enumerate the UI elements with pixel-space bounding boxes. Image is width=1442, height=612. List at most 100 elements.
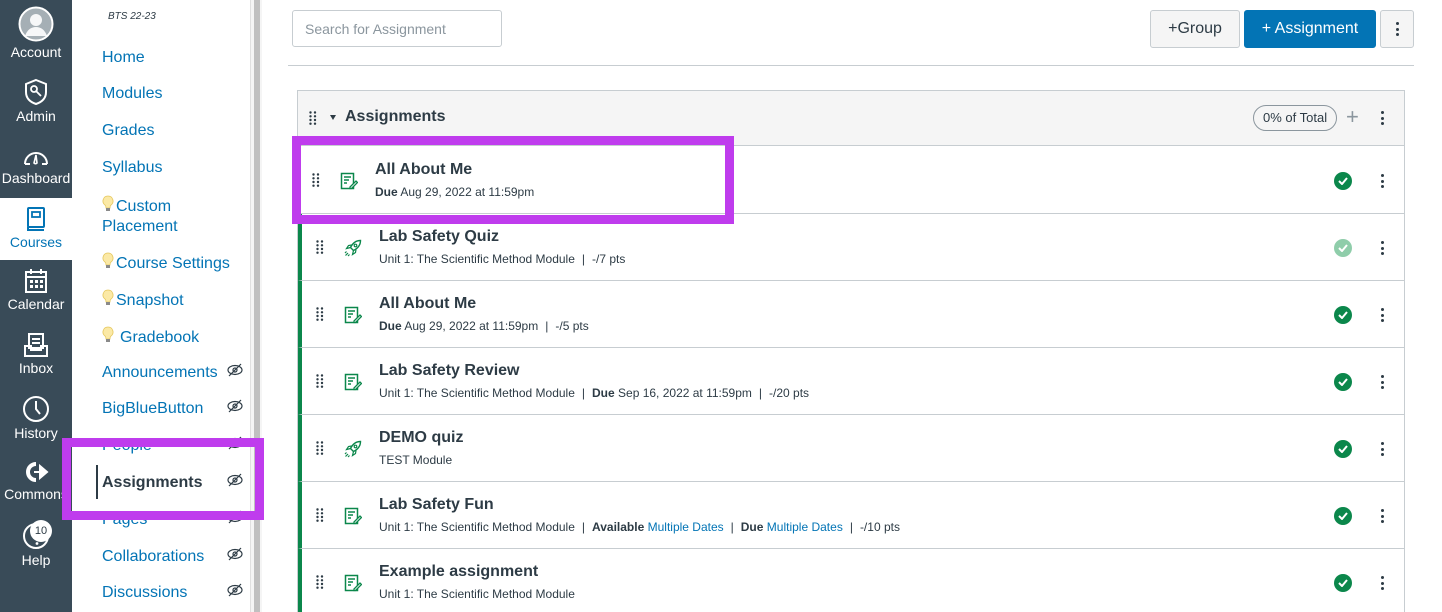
assignment-title-link[interactable]: Lab Safety Quiz <box>379 228 499 246</box>
global-nav-admin[interactable]: Admin <box>0 78 72 124</box>
published-status-icon[interactable] <box>1334 507 1352 525</box>
global-nav-commons[interactable]: Commons <box>0 460 72 502</box>
meta-item: -/7 pts <box>592 252 625 266</box>
assignment-title-link[interactable]: Example assignment <box>379 563 538 581</box>
course-nav-snapshot[interactable]: Snapshot <box>102 289 184 311</box>
course-nav-grades[interactable]: Grades <box>102 121 154 141</box>
course-nav-discussions[interactable]: Discussions <box>102 583 187 603</box>
add-group-button[interactable]: +Group <box>1150 10 1240 48</box>
course-nav-pages[interactable]: Pages <box>102 510 147 530</box>
published-status-icon[interactable] <box>1334 306 1352 324</box>
course-nav-collaborations[interactable]: Collaborations <box>102 547 204 567</box>
global-nav-label: Admin <box>16 108 56 124</box>
add-assignment-to-group-icon[interactable]: + <box>1346 104 1359 130</box>
assignment-title-link[interactable]: Lab Safety Fun <box>379 496 494 514</box>
eye-slash-icon <box>227 399 243 413</box>
scrollbar-thumb[interactable] <box>254 0 260 612</box>
global-nav-dashboard[interactable]: Dashboard <box>0 146 72 186</box>
group-weight-pill: 0% of Total <box>1253 105 1338 131</box>
assignment-row[interactable]: Lab Safety Fun Unit 1: The Scientific Met… <box>298 482 1404 549</box>
page-options-button[interactable] <box>1380 10 1414 48</box>
drag-handle-icon[interactable] <box>316 441 324 455</box>
course-nav-announcements[interactable]: Announcements <box>102 363 218 383</box>
global-nav-courses[interactable]: Courses <box>0 198 72 260</box>
add-assignment-button[interactable]: + Assignment <box>1244 10 1376 48</box>
eye-slash-icon <box>227 363 243 377</box>
assignment-meta: Unit 1: The Scientific Method Module | Due… <box>379 386 809 400</box>
admin-shield-icon <box>25 78 47 106</box>
course-nav-bigbluebutton[interactable]: BigBlueButton <box>102 399 203 419</box>
assignment-options-kebab-icon[interactable] <box>1374 574 1390 592</box>
course-nav-custom-placement[interactable]: Custom Placement <box>102 195 178 237</box>
global-nav-inbox[interactable]: Inbox <box>0 332 72 376</box>
published-status-icon[interactable] <box>1334 440 1352 458</box>
assignment-title-link[interactable]: All About Me <box>379 295 476 313</box>
assignment-title-link[interactable]: Lab Safety Review <box>379 362 520 380</box>
published-status-icon[interactable] <box>1334 574 1352 592</box>
global-nav-account[interactable]: Account <box>0 6 72 60</box>
assignment-meta: Due Aug 29, 2022 at 11:59pm | -/5 pts <box>379 319 589 333</box>
assignment-row[interactable]: Example assignment Unit 1: The Scientific… <box>298 549 1404 612</box>
inbox-icon <box>24 333 48 357</box>
group-options-kebab-icon[interactable] <box>1374 109 1390 127</box>
assignment-row[interactable]: Lab Safety Review Unit 1: The Scientific … <box>298 348 1404 415</box>
meta-item: Unit 1: The Scientific Method Module <box>379 252 575 266</box>
course-nav-modules[interactable]: Modules <box>102 84 162 104</box>
meta-item: -/20 pts <box>769 386 809 400</box>
meta-text: Unit 1: The Scientific Method Module <box>379 386 575 400</box>
meta-text: Unit 1: The Scientific Method Module <box>379 252 575 266</box>
meta-text: -/7 pts <box>592 252 626 266</box>
collapse-caret-icon[interactable] <box>330 115 336 120</box>
global-nav-label: Courses <box>9 234 63 250</box>
assignment-options-kebab-icon[interactable] <box>1374 373 1390 391</box>
assignment-row[interactable]: Lab Safety Quiz Unit 1: The Scientific Me… <box>298 214 1404 281</box>
course-nav-assignments[interactable]: Assignments <box>102 473 202 493</box>
assignment-options-kebab-icon[interactable] <box>1374 239 1390 257</box>
course-nav-label: Snapshot <box>116 292 184 309</box>
course-nav-scrollbar[interactable] <box>250 0 262 612</box>
course-nav-syllabus[interactable]: Syllabus <box>102 158 162 178</box>
global-nav-history[interactable]: History <box>0 395 72 441</box>
drag-handle-icon[interactable] <box>316 240 324 254</box>
assignment-options-kebab-icon[interactable] <box>1374 306 1390 324</box>
course-nav-home[interactable]: Home <box>102 48 145 68</box>
assignment-row[interactable]: All About Me Due Aug 29, 2022 at 11:59pm |… <box>298 281 1404 348</box>
course-nav-course-settings[interactable]: Course Settings <box>102 252 230 274</box>
meta-label: Due <box>379 319 402 333</box>
eye-slash-icon <box>227 473 243 487</box>
course-nav-gradebook[interactable]: Gradebook <box>102 326 199 348</box>
assignment-icon <box>340 172 358 190</box>
drag-handle-icon[interactable] <box>309 111 317 125</box>
meta-item: TEST Module <box>379 453 452 467</box>
meta-separator: | <box>581 520 586 534</box>
assignment-options-kebab-icon[interactable] <box>1374 507 1390 525</box>
assignment-options-kebab-icon[interactable] <box>1374 440 1390 458</box>
meta-label: Due <box>592 386 615 400</box>
published-status-icon[interactable] <box>1334 373 1352 391</box>
assignment-row[interactable]: All About Me Due Aug 29, 2022 at 11:59pm <box>298 147 1404 214</box>
published-status-icon[interactable] <box>1334 239 1352 257</box>
multiple-dates-link[interactable]: Multiple Dates <box>648 520 724 534</box>
drag-handle-icon[interactable] <box>316 374 324 388</box>
quiz-rocket-icon <box>344 239 362 257</box>
drag-handle-icon[interactable] <box>312 173 320 187</box>
assignment-options-kebab-icon[interactable] <box>1374 172 1390 190</box>
multiple-dates-link[interactable]: Multiple Dates <box>767 520 843 534</box>
global-nav-calendar[interactable]: Calendar <box>0 268 72 312</box>
drag-handle-icon[interactable] <box>316 508 324 522</box>
course-nav-people[interactable]: People <box>102 436 152 456</box>
drag-handle-icon[interactable] <box>316 307 324 321</box>
assignment-title-link[interactable]: DEMO quiz <box>379 429 463 447</box>
course-nav: BTS 22-23 Home Modules Grades Syllabus C… <box>72 0 250 612</box>
assignment-group-header[interactable]: Assignments 0% of Total + <box>298 91 1404 146</box>
meta-text: Sep 16, 2022 at 11:59pm <box>614 386 752 400</box>
eye-slash-icon <box>227 436 243 450</box>
meta-text: -/20 pts <box>769 386 810 400</box>
drag-handle-icon[interactable] <box>316 575 324 589</box>
assignment-title-link[interactable]: All About Me <box>375 161 472 179</box>
search-assignment-input[interactable] <box>292 10 502 47</box>
assignment-row[interactable]: DEMO quiz TEST Module <box>298 415 1404 482</box>
published-status-icon[interactable] <box>1334 172 1352 190</box>
meta-text: -/5 pts <box>555 319 589 333</box>
global-nav-help[interactable]: 10 Help <box>0 520 72 568</box>
